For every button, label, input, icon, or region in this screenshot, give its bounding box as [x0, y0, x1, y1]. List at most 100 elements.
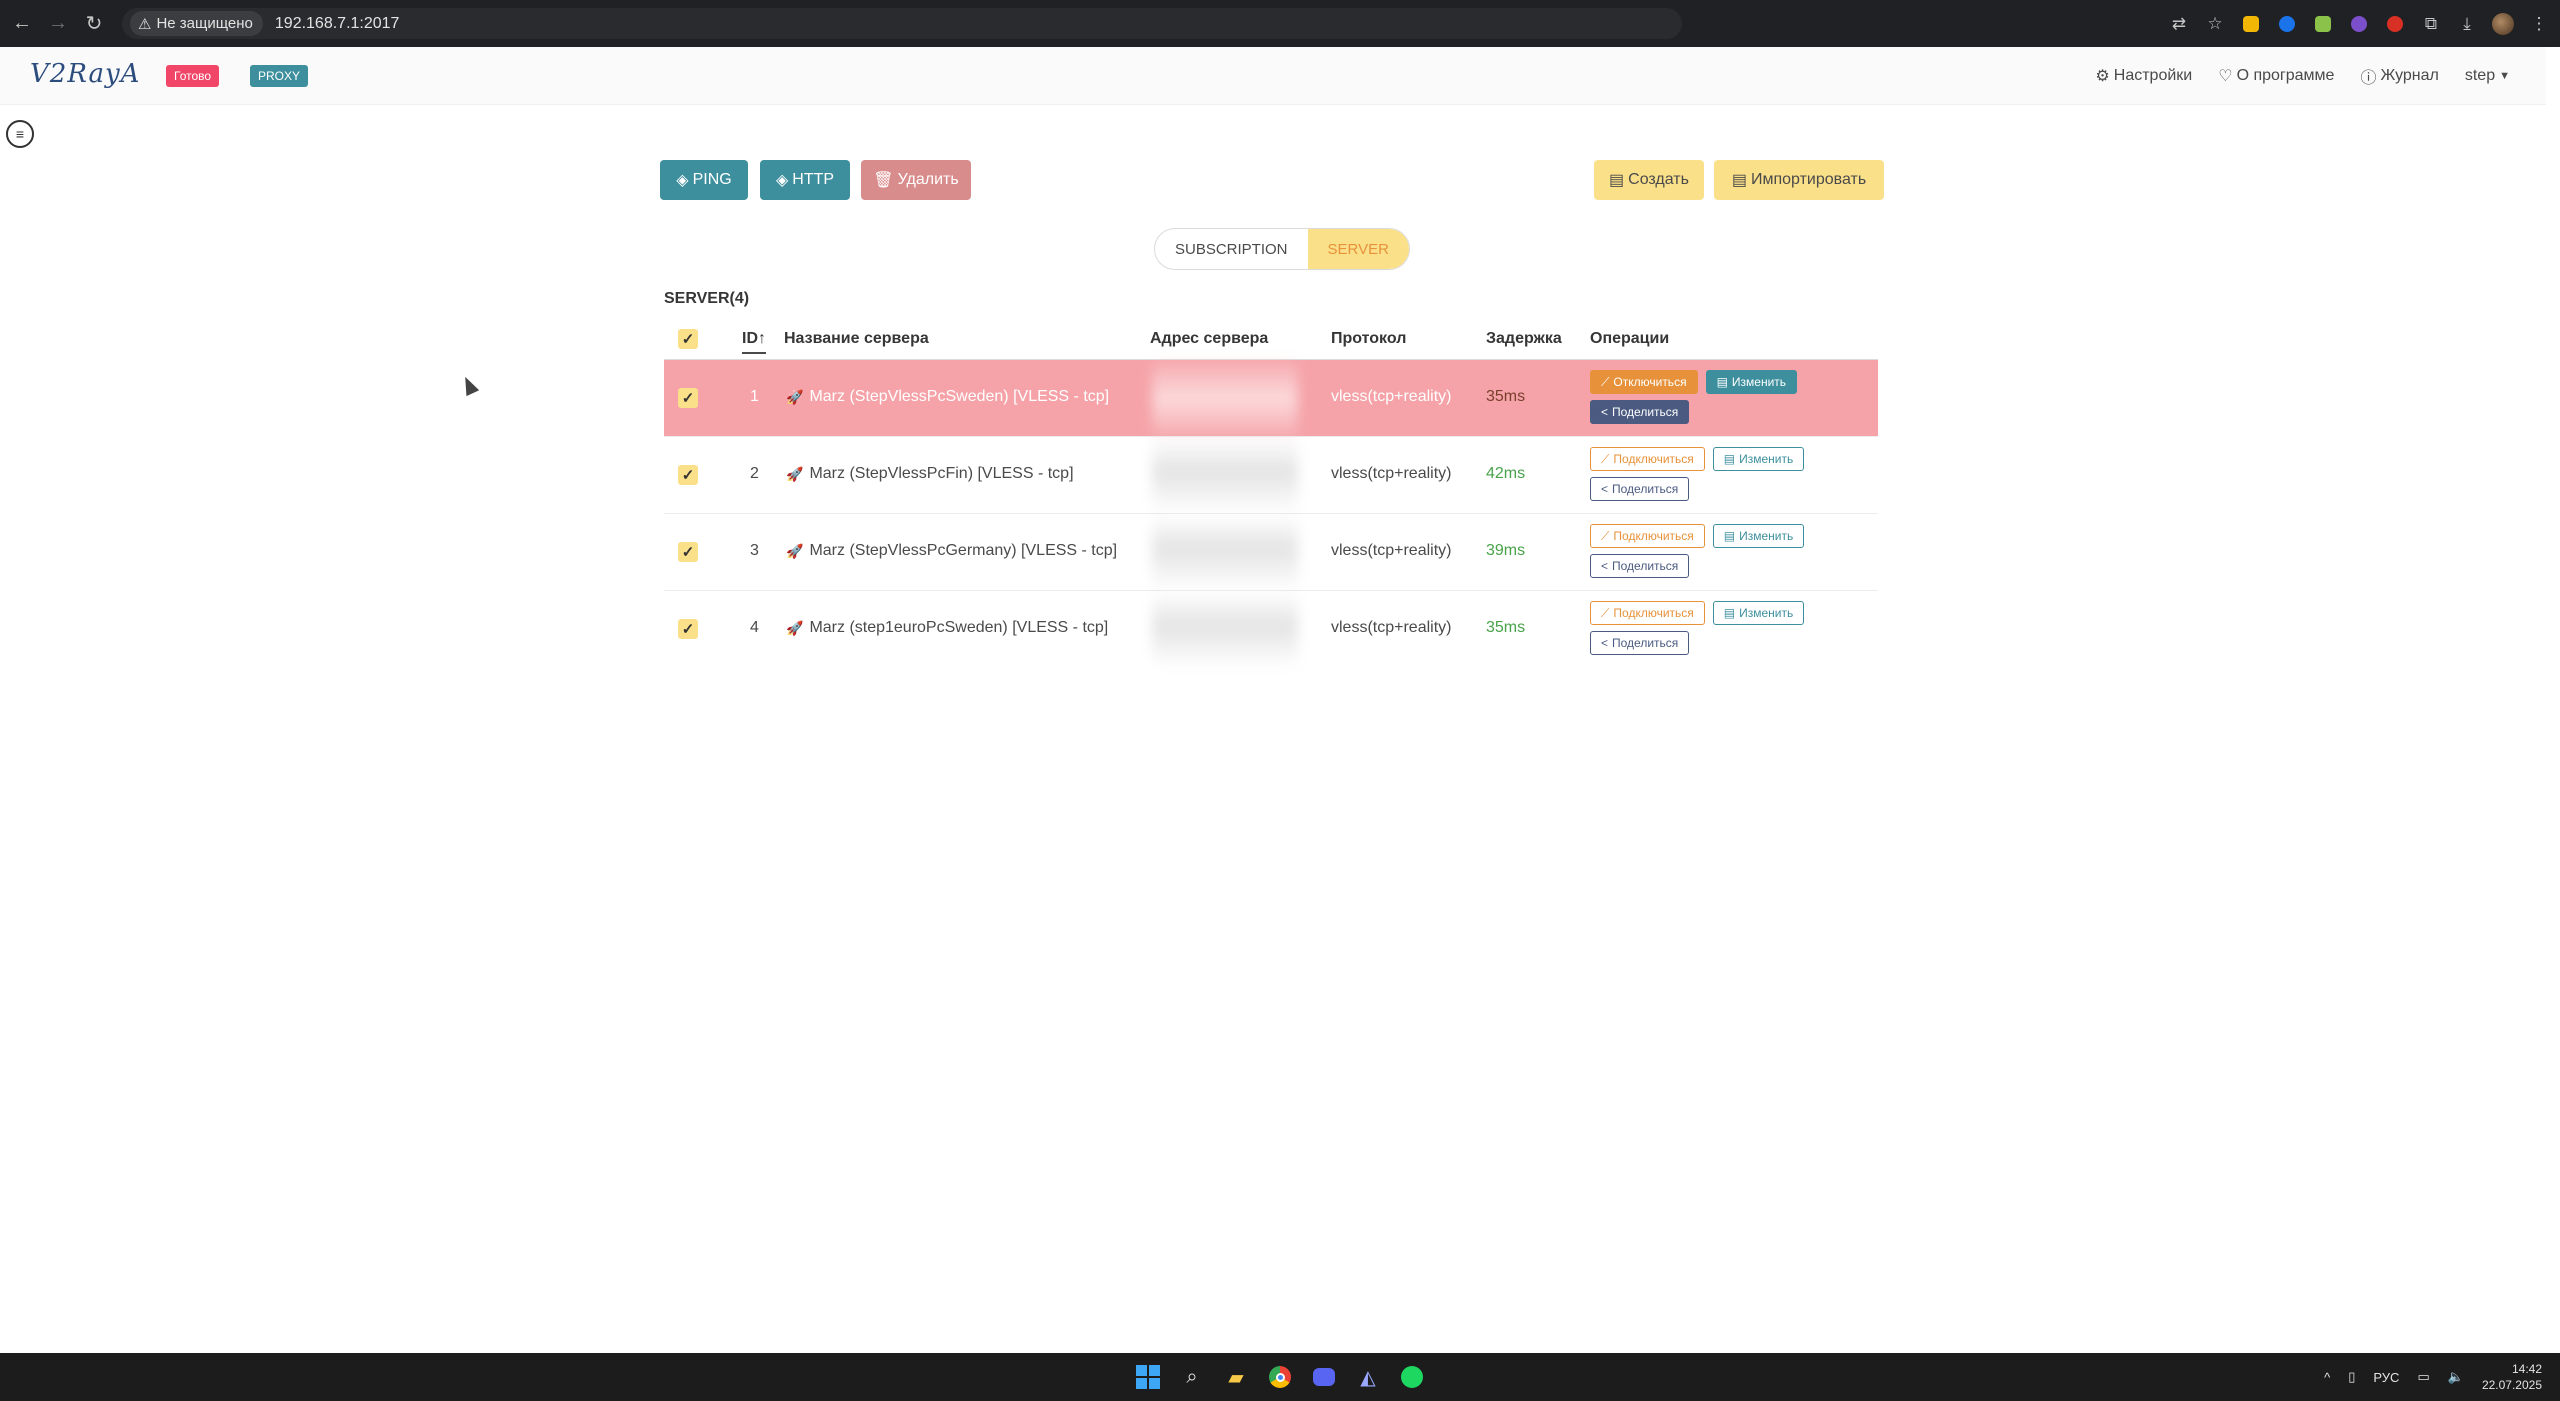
row-checkbox[interactable]: ✓: [678, 465, 698, 485]
col-id-sort[interactable]: ID ↑: [742, 330, 766, 354]
col-latency[interactable]: Задержка: [1486, 330, 1562, 348]
table-row[interactable]: ✓ 2 🚀 Marz (StepVlessPcFin) [VLESS - tcp…: [664, 437, 1878, 514]
sort-arrow-icon: ↑: [758, 330, 766, 347]
app-icon[interactable]: ◭: [1354, 1363, 1382, 1391]
sidebar-toggle-icon[interactable]: ≡: [6, 120, 34, 148]
import-button[interactable]: ▤ Импортировать: [1714, 160, 1884, 200]
battery-icon[interactable]: ▯: [2348, 1369, 2355, 1385]
edit-button[interactable]: ▤ Изменить: [1712, 524, 1805, 548]
blurred-address: [1152, 514, 1298, 591]
user-menu[interactable]: step ▼: [2465, 67, 2510, 85]
share-icon: <: [1601, 405, 1609, 419]
download-icon[interactable]: ⤓: [2456, 13, 2478, 35]
windows-start-icon[interactable]: [1134, 1363, 1162, 1391]
profile-avatar[interactable]: [2492, 12, 2514, 35]
search-icon[interactable]: ⌕: [1178, 1363, 1206, 1391]
server-table: ✓ ID ↑ Название сервера Адрес сервера Про…: [664, 318, 1878, 668]
row-id: 4: [750, 619, 759, 636]
create-button[interactable]: ▤ Создать: [1594, 160, 1704, 200]
browser-toolbar: ← → ↻ ⚠ Не защищено 192.168.7.1:2017 ⇄ ☆…: [0, 0, 2560, 47]
address-bar[interactable]: ⚠ Не защищено 192.168.7.1:2017: [122, 8, 1682, 39]
security-chip[interactable]: ⚠ Не защищено: [130, 11, 263, 36]
edit-icon: ▤: [1723, 452, 1736, 466]
about-link[interactable]: ♡ О программе: [2218, 66, 2334, 86]
share-icon: <: [1601, 636, 1609, 650]
http-button[interactable]: ◈ HTTP: [760, 160, 850, 200]
settings-link[interactable]: ⚙ Настройки: [2095, 66, 2192, 86]
file-explorer-icon[interactable]: ▰: [1222, 1363, 1250, 1391]
log-link[interactable]: ⓘ Журнал: [2360, 64, 2438, 88]
app-logo[interactable]: V2RayA: [30, 59, 140, 89]
url-text[interactable]: 192.168.7.1:2017: [275, 15, 400, 33]
col-operations: Операции: [1590, 330, 1670, 347]
row-protocol: vless(tcp+reality): [1331, 465, 1452, 482]
link-icon: ⟋: [1601, 528, 1610, 543]
status-badge: Готово: [166, 65, 220, 87]
table-row[interactable]: ✓ 4 🚀 Marz (step1euroPcSweden) [VLESS - …: [664, 591, 1878, 668]
volume-icon[interactable]: 🔈: [2448, 1369, 2464, 1385]
back-icon[interactable]: ←: [4, 6, 40, 42]
bookmark-star-icon[interactable]: ☆: [2204, 13, 2226, 35]
select-all-checkbox[interactable]: ✓: [678, 329, 698, 349]
blurred-address: [1152, 591, 1298, 668]
row-name: 🚀 Marz (step1euroPcSweden) [VLESS - tcp]: [786, 619, 1109, 636]
edit-button[interactable]: ▤ Изменить: [1712, 447, 1805, 471]
input-language[interactable]: РУС: [2373, 1370, 2399, 1385]
extension-2-icon[interactable]: [2276, 13, 2298, 35]
chrome-icon[interactable]: [1266, 1363, 1294, 1391]
tab-subscription[interactable]: SUBSCRIPTION: [1155, 229, 1308, 269]
trash-icon: 🗑: [873, 172, 894, 189]
network-icon[interactable]: ▭: [2417, 1369, 2429, 1385]
extension-4-icon[interactable]: [2348, 13, 2370, 35]
col-protocol[interactable]: Протокол: [1331, 330, 1406, 348]
row-id: 3: [750, 542, 759, 559]
ping-button[interactable]: ◈ PING: [660, 160, 748, 200]
info-icon: ⓘ: [2360, 70, 2377, 87]
col-address[interactable]: Адрес сервера: [1150, 330, 1268, 348]
row-operations: ⟋ Подключиться ▤ Изменить < Поделиться: [1590, 601, 1850, 655]
diamond-icon: ◈: [676, 172, 689, 189]
row-protocol: vless(tcp+reality): [1331, 388, 1452, 405]
reload-icon[interactable]: ↻: [76, 6, 112, 42]
import-icon: ▤: [1731, 172, 1747, 189]
spotify-icon[interactable]: [1398, 1363, 1426, 1391]
table-row[interactable]: ✓ 1 🚀 Marz (StepVlessPcSweden) [VLESS - …: [664, 360, 1878, 437]
discord-icon[interactable]: [1310, 1363, 1338, 1391]
table-row[interactable]: ✓ 3 🚀 Marz (StepVlessPcGermany) [VLESS -…: [664, 514, 1878, 591]
extension-5-icon[interactable]: [2384, 13, 2406, 35]
edit-button[interactable]: ▤ Изменить: [1712, 601, 1805, 625]
mode-badge[interactable]: PROXY: [250, 65, 309, 87]
col-name[interactable]: Название сервера: [784, 330, 929, 348]
heart-icon: ♡: [2218, 68, 2233, 85]
row-checkbox[interactable]: ✓: [678, 619, 698, 639]
row-latency: 35ms: [1486, 619, 1526, 636]
connect-button[interactable]: ⟋ Подключиться: [1590, 601, 1705, 625]
rocket-icon: 🚀: [786, 465, 804, 482]
rocket-icon: 🚀: [786, 619, 804, 636]
connect-button[interactable]: ⟋ Подключиться: [1590, 524, 1705, 548]
edit-button[interactable]: ▤ Изменить: [1705, 370, 1798, 394]
tab-server[interactable]: SERVER: [1307, 229, 1409, 269]
system-clock[interactable]: 14:42 22.07.2025: [2482, 1361, 2542, 1393]
extension-1-icon[interactable]: [2240, 13, 2262, 35]
share-button[interactable]: < Поделиться: [1590, 631, 1690, 655]
translate-icon[interactable]: ⇄: [2168, 13, 2190, 35]
link-icon: ⟋: [1601, 605, 1610, 620]
os-taskbar: ⌕ ▰ ◭ ^ ▯ РУС ▭ 🔈 14:42 22.07.2025: [0, 1353, 2560, 1401]
blurred-address: [1152, 360, 1298, 437]
tray-chevron-icon[interactable]: ^: [2324, 1370, 2330, 1385]
share-button[interactable]: < Поделиться: [1590, 554, 1690, 578]
menu-kebab-icon[interactable]: ⋮: [2528, 13, 2550, 35]
extensions-puzzle-icon[interactable]: ⧉: [2420, 13, 2442, 35]
row-checkbox[interactable]: ✓: [678, 542, 698, 562]
share-button[interactable]: < Поделиться: [1590, 400, 1690, 424]
row-protocol: vless(tcp+reality): [1331, 619, 1452, 636]
disconnect-button[interactable]: ⟋ Отключиться: [1590, 370, 1698, 394]
delete-button[interactable]: 🗑 Удалить: [861, 160, 971, 200]
document-icon: ▤: [1609, 172, 1625, 189]
connect-button[interactable]: ⟋ Подключиться: [1590, 447, 1705, 471]
forward-icon[interactable]: →: [40, 6, 76, 42]
row-checkbox[interactable]: ✓: [678, 388, 698, 408]
share-button[interactable]: < Поделиться: [1590, 477, 1690, 501]
extension-3-icon[interactable]: [2312, 13, 2334, 35]
